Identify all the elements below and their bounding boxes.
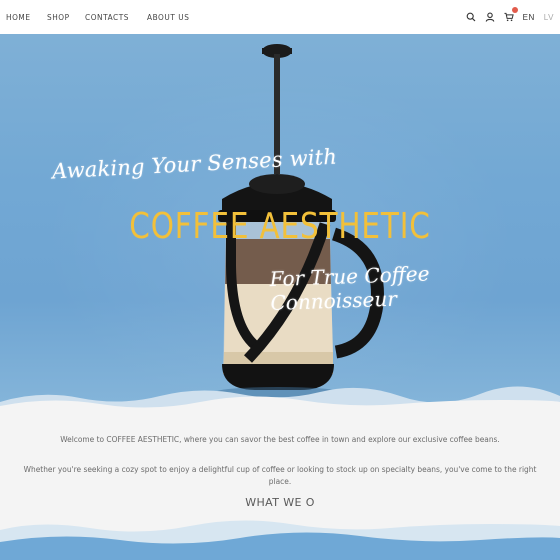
main-menu: HOME SHOP CONTACTS ABOUT US [6, 13, 193, 22]
section-heading: WHAT WE O [245, 496, 315, 509]
nav-home[interactable]: HOME [6, 13, 31, 22]
header-tools: EN LV [466, 7, 554, 22]
language-lv[interactable]: LV [544, 13, 554, 22]
hero-tagline-bottom: For True Coffee Connoisseur [269, 261, 430, 316]
cart-icon[interactable] [504, 7, 518, 22]
intro-paragraph-2: Whether you're seeking a cozy spot to en… [23, 465, 537, 486]
top-navigation: HOME SHOP CONTACTS ABOUT US EN LV [0, 0, 560, 34]
hero-wave-divider [0, 386, 560, 414]
bottom-wave-divider [0, 520, 560, 560]
nav-shop[interactable]: SHOP [47, 13, 70, 22]
search-icon[interactable] [466, 12, 476, 22]
nav-contacts[interactable]: CONTACTS [85, 13, 129, 22]
hero-brand-title: COFFEE AESTHETIC [129, 206, 431, 247]
language-en[interactable]: EN [523, 13, 535, 22]
nav-about-us[interactable]: ABOUT US [147, 13, 189, 22]
hero-banner: Awaking Your Senses with COFFEE AESTHETI… [0, 34, 560, 414]
user-icon[interactable] [485, 12, 495, 22]
intro-paragraph-1: Welcome to COFFEE AESTHETIC, where you c… [60, 435, 500, 444]
cart-count-badge [511, 7, 518, 13]
